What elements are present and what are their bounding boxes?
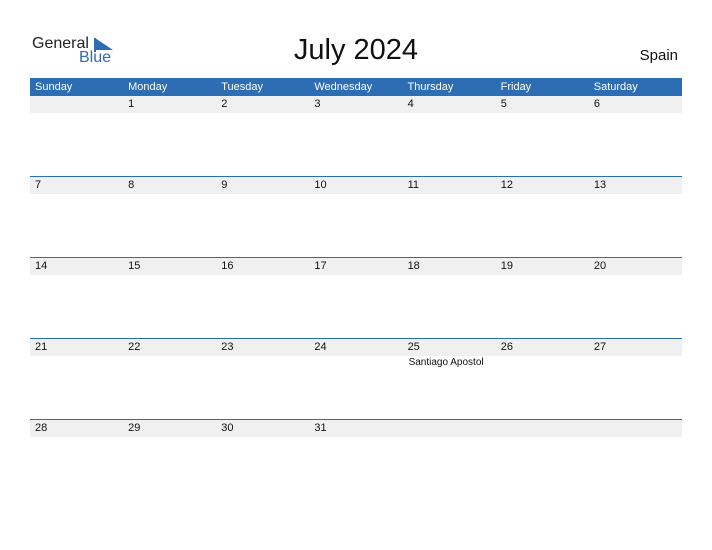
day-cell <box>30 96 123 176</box>
day-number: 10 <box>314 179 327 191</box>
day-cell[interactable]: 9 <box>216 177 309 257</box>
day-cell[interactable]: 12 <box>496 177 589 257</box>
holiday-label: Santiago Apostol <box>408 357 484 368</box>
day-cell[interactable]: 21 <box>30 339 123 419</box>
calendar-week: 1 2 3 4 5 6 <box>30 96 682 177</box>
day-number: 1 <box>128 98 135 110</box>
weekday-label: Friday <box>500 81 532 93</box>
day-cell[interactable]: 23 <box>216 339 309 419</box>
day-number: 26 <box>500 341 513 353</box>
day-cell[interactable]: 24 <box>309 339 402 419</box>
day-number: 27 <box>593 341 607 353</box>
weekday-label: Saturday <box>593 81 638 93</box>
day-cell[interactable]: 6 <box>589 96 682 176</box>
day-number: 17 <box>314 260 327 272</box>
day-number: 3 <box>314 98 321 110</box>
day-number: 14 <box>35 260 48 272</box>
day-cell[interactable]: 1 <box>123 96 216 176</box>
page-title: July 2024 <box>293 34 419 66</box>
weekday-label: Wednesday <box>314 81 373 93</box>
day-cell[interactable]: 4 <box>403 96 496 176</box>
day-cell[interactable]: 13 <box>589 177 682 257</box>
day-cell[interactable]: 28 <box>30 420 123 500</box>
day-cell[interactable]: 14 <box>30 258 123 338</box>
day-number: 24 <box>314 341 327 353</box>
day-number: 25 <box>407 341 420 353</box>
day-number: 20 <box>593 260 607 272</box>
day-number: 13 <box>593 179 607 191</box>
day-cell[interactable]: 29 <box>123 420 216 500</box>
day-number: 29 <box>128 422 141 434</box>
day-cell[interactable]: 7 <box>30 177 123 257</box>
day-cell[interactable]: 22 <box>123 339 216 419</box>
day-number: 4 <box>407 98 414 110</box>
day-number: 21 <box>35 341 48 353</box>
day-number: 8 <box>128 179 135 191</box>
day-cell[interactable]: 31 <box>309 420 402 500</box>
weekday-label: Monday <box>128 81 168 93</box>
day-cell[interactable]: 10 <box>309 177 402 257</box>
weekday-label: Sunday <box>35 81 73 93</box>
day-number: 15 <box>128 260 141 272</box>
day-cell[interactable]: 3 <box>309 96 402 176</box>
day-cell[interactable]: 8 <box>123 177 216 257</box>
day-cell[interactable]: 16 <box>216 258 309 338</box>
day-number: 16 <box>221 260 234 272</box>
day-number: 12 <box>500 179 513 191</box>
day-cell[interactable]: 2 <box>216 96 309 176</box>
day-number: 30 <box>221 422 234 434</box>
calendar-week: 14 15 16 17 18 19 20 <box>30 257 682 339</box>
day-cell <box>589 420 682 500</box>
day-cell <box>496 420 589 500</box>
day-cell[interactable]: 15 <box>123 258 216 338</box>
day-cell[interactable]: 25 Santiago Apostol <box>403 339 496 419</box>
day-cell <box>403 420 496 500</box>
day-number: 9 <box>221 179 228 191</box>
day-number: 31 <box>314 422 327 434</box>
day-cell[interactable]: 30 <box>216 420 309 500</box>
day-cell[interactable]: 17 <box>309 258 402 338</box>
day-number: 2 <box>221 98 228 110</box>
day-cell[interactable]: 5 <box>496 96 589 176</box>
weekday-label: Thursday <box>407 81 454 93</box>
day-number: 22 <box>128 341 141 353</box>
day-cell[interactable]: 11 <box>403 177 496 257</box>
day-cell[interactable]: 18 <box>403 258 496 338</box>
calendar-week: 21 22 23 24 25 Santiago Apostol 26 27 <box>30 338 682 420</box>
day-number: 7 <box>35 179 42 191</box>
calendar-week: 28 29 30 31 <box>30 419 682 501</box>
day-cell[interactable]: 27 <box>589 339 682 419</box>
day-number: 6 <box>593 98 600 110</box>
calendar-week: 7 8 9 10 11 12 13 <box>30 176 682 258</box>
day-cell[interactable]: 26 <box>496 339 589 419</box>
day-number: 11 <box>407 179 419 191</box>
day-cell[interactable]: 19 <box>496 258 589 338</box>
weekday-label: Tuesday <box>221 81 264 93</box>
day-number: 5 <box>500 98 507 110</box>
day-number: 28 <box>35 422 48 434</box>
weekday-header: Sunday Monday Tuesday Wednesday Thursday… <box>30 78 682 96</box>
day-cell[interactable]: 20 <box>589 258 682 338</box>
day-number: 18 <box>407 260 420 272</box>
day-number: 19 <box>500 260 513 272</box>
country-label: Spain <box>639 47 678 64</box>
day-number: 23 <box>221 341 234 353</box>
